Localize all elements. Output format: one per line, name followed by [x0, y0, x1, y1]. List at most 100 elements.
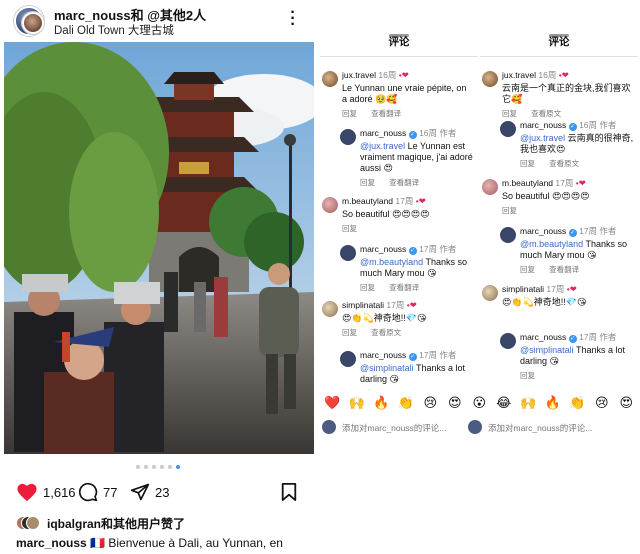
comment-actions: 回复 查看原文 [502, 108, 632, 119]
reply-link[interactable]: 回复 [520, 265, 535, 274]
avatar[interactable] [322, 71, 338, 87]
see-translation-link[interactable]: 查看翻译 [549, 265, 579, 274]
avatar[interactable] [340, 351, 356, 367]
emoji-button[interactable]: 😮 [467, 395, 492, 411]
mention-link[interactable]: @m.beautyland [360, 257, 423, 267]
emoji-button[interactable]: 🙌 [516, 395, 541, 411]
liked-by-row[interactable]: iqbalgran和其他用户赞了 [16, 514, 185, 532]
comment-text: 云南是一个真正的金块,我们喜欢它🥰 [502, 83, 631, 104]
comment-username[interactable]: simplinatali [342, 300, 384, 310]
comment-username[interactable]: marc_nouss [520, 120, 566, 130]
emoji-button[interactable]: 😢 [418, 395, 443, 411]
avatar[interactable] [340, 129, 356, 145]
reply-link[interactable]: 回复 [360, 283, 375, 292]
emoji-button[interactable]: 😂 [492, 395, 517, 411]
divider [480, 56, 638, 57]
heart-icon: •❤ [566, 284, 577, 294]
comment-text: 😍👏💫神奇地!!💎😘 [502, 297, 587, 307]
comment-reply: marc_nouss ✓ 17周 作者 @simplinatali Thanks… [500, 332, 635, 381]
shares-count[interactable]: 23 [155, 485, 169, 500]
comment-text: So beautiful 😍😍😍😍 [342, 209, 430, 219]
mention-link[interactable]: @m.beautyland [520, 239, 583, 249]
carousel-dot [144, 465, 148, 469]
avatar[interactable] [482, 285, 498, 301]
comment-username[interactable]: marc_nouss [520, 226, 566, 236]
share-button[interactable]: 23 [130, 482, 169, 502]
avatar[interactable] [500, 333, 516, 349]
emoji-button[interactable]: 😢 [590, 395, 615, 411]
more-vertical-icon[interactable]: · · · [288, 5, 298, 33]
avatar[interactable] [322, 301, 338, 317]
emoji-button[interactable]: 😍 [443, 395, 468, 411]
comment-username[interactable]: jux.travel [502, 70, 536, 80]
save-button[interactable] [280, 482, 298, 502]
see-translation-link[interactable]: 查看翻译 [389, 178, 419, 187]
see-translation-link[interactable]: 查看翻译 [371, 109, 401, 118]
emoji-button[interactable]: 👏 [394, 395, 419, 411]
comment-time: 17周 [395, 196, 414, 206]
emoji-button[interactable]: ❤️ [320, 395, 345, 411]
comment-item: m.beautyland 17周 •❤ So beautiful 😍😍😍😍 回复 [322, 196, 472, 234]
avatar[interactable] [482, 179, 498, 195]
reply-link[interactable]: 回复 [502, 206, 517, 215]
verified-badge-icon: ✓ [408, 131, 417, 139]
screenshot-root: marc_nouss和 @其他2人 Dali Old Town 大理古城 · · · [0, 0, 640, 554]
reply-link[interactable]: 回复 [520, 159, 535, 168]
caption-username[interactable]: marc_nouss [16, 536, 87, 550]
reply-link[interactable]: 回复 [342, 109, 357, 118]
like-button[interactable]: 1,616 [16, 482, 76, 502]
comment-input[interactable]: 添加对marc_nouss的评论... [488, 422, 592, 434]
see-original-link[interactable]: 查看原文 [531, 109, 561, 118]
comment-username[interactable]: marc_nouss [360, 244, 406, 254]
emoji-button[interactable]: 🔥 [541, 395, 566, 411]
comment-username[interactable]: marc_nouss [360, 350, 406, 360]
see-original-link[interactable]: 查看原文 [371, 328, 401, 337]
carousel-dot [152, 465, 156, 469]
emoji-button[interactable]: 😍 [614, 395, 639, 411]
emoji-button[interactable]: 🙌 [345, 395, 370, 411]
caption-text: Bienvenue à Dali, au Yunnan, en [108, 536, 283, 550]
comment-time: 16周 [419, 128, 438, 138]
comment-username[interactable]: simplinatali [502, 284, 544, 294]
reply-link[interactable]: 回复 [342, 224, 357, 233]
see-original-link[interactable]: 查看原文 [549, 159, 579, 168]
comment-input[interactable]: 添加对marc_nouss的评论... [342, 422, 446, 434]
post-photo[interactable] [4, 42, 314, 454]
author-tag: 作者 [439, 244, 457, 254]
avatar[interactable] [482, 71, 498, 87]
comment-username[interactable]: marc_nouss [360, 128, 406, 138]
comment-button[interactable]: 77 [78, 482, 117, 502]
comment-username[interactable]: marc_nouss [520, 332, 566, 342]
verified-badge-icon: ✓ [568, 123, 577, 131]
carousel-dot [136, 465, 140, 469]
comment-time: 17周 [419, 350, 438, 360]
comment-username[interactable]: m.beautyland [502, 178, 553, 188]
emoji-button[interactable]: 🔥 [369, 395, 394, 411]
comment-text: 😍👏💫神奇地!!💎😘 [342, 313, 427, 323]
comments-count[interactable]: 77 [103, 485, 117, 500]
mention-link[interactable]: @simplinatali [360, 363, 414, 373]
emoji-button[interactable]: 👏 [565, 395, 590, 411]
mention-link[interactable]: @jux.travel [520, 133, 565, 143]
avatar[interactable] [340, 245, 356, 261]
mention-link[interactable]: @jux.travel [360, 141, 405, 151]
comment-username[interactable]: jux.travel [342, 70, 376, 80]
likes-count[interactable]: 1,616 [43, 485, 76, 500]
reply-link[interactable]: 回复 [520, 371, 535, 380]
comment-reply: marc_nouss ✓ 16周 作者 @jux.travel 云南真的很神奇,… [500, 120, 635, 169]
coauthor-avatar[interactable] [22, 12, 44, 34]
blank-area [320, 442, 640, 554]
comment-actions: 回复 查看翻译 [520, 264, 635, 275]
avatar[interactable] [322, 197, 338, 213]
post-location[interactable]: Dali Old Town 大理古城 [54, 22, 174, 38]
mention-link[interactable]: @simplinatali [520, 345, 574, 355]
reply-link[interactable]: 回复 [502, 109, 517, 118]
reply-link[interactable]: 回复 [360, 178, 375, 187]
reply-link[interactable]: 回复 [342, 328, 357, 337]
comment-reply: marc_nouss ✓ 17周 作者 @m.beautyland Thanks… [500, 226, 635, 275]
see-translation-link[interactable]: 查看翻译 [389, 283, 419, 292]
comment-username[interactable]: m.beautyland [342, 196, 393, 206]
comment-actions: 回复 查看翻译 [360, 177, 475, 188]
avatar[interactable] [500, 121, 516, 137]
avatar[interactable] [500, 227, 516, 243]
